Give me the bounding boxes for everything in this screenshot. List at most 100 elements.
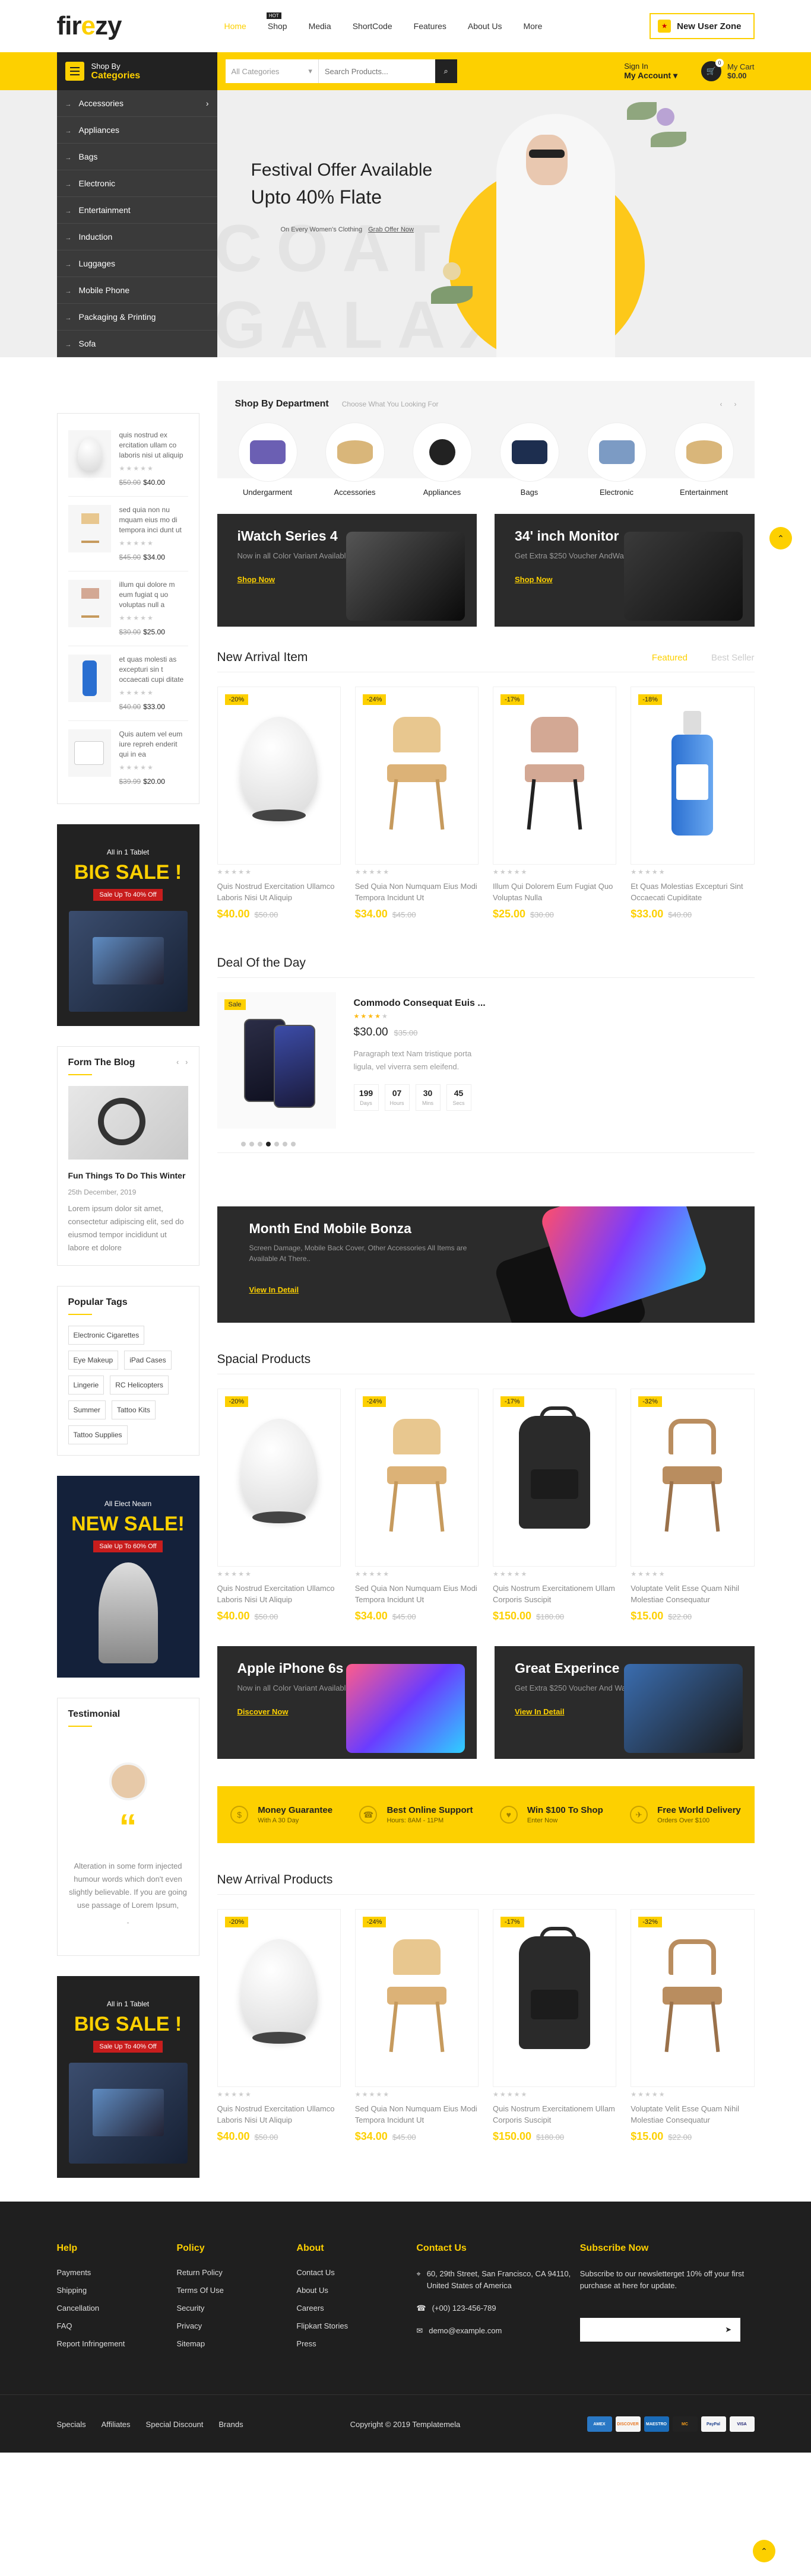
product-card[interactable]: -18% ★★★★★ Et Quas Molestias Excepturi Sin… (631, 687, 755, 920)
bonza-link[interactable]: View In Detail (249, 1285, 299, 1294)
footer-link[interactable]: Privacy (176, 2321, 296, 2330)
tag[interactable]: Summer (68, 1400, 106, 1419)
logo[interactable]: firezy (57, 11, 224, 41)
product-card[interactable]: -20% ★★★★★ Quis Nostrud Exercitation Ullam… (217, 687, 341, 920)
categories-toggle[interactable]: Shop By Categories (56, 52, 217, 90)
footer-link[interactable]: Security (176, 2304, 296, 2313)
scroll-up-button-bottom[interactable]: ⌃ (753, 2540, 775, 2562)
promo-banner[interactable]: 34' inch Monitor Get Extra $250 Voucher A… (495, 514, 755, 627)
product-name[interactable]: Quis Nostrum Exercitationem Ullam Corpor… (493, 1583, 616, 1605)
product-name[interactable]: Quis Nostrud Exercitation Ullamco Labori… (217, 881, 341, 903)
tag[interactable]: RC Helicopters (110, 1376, 169, 1395)
footer-link[interactable]: Terms Of Use (176, 2286, 296, 2295)
nav-shortcode[interactable]: ShortCode (353, 21, 392, 31)
category-select[interactable]: All Categories ▾ (226, 59, 319, 83)
new-user-zone-button[interactable]: ★ New User Zone (650, 13, 755, 39)
tag[interactable]: Electronic Cigarettes (68, 1326, 145, 1345)
product-image[interactable]: -32% (631, 1389, 755, 1567)
product-name[interactable]: Sed Quia Non Numquam Eius Modi Tempora I… (355, 2103, 479, 2126)
product-name[interactable]: Voluptate Velit Esse Quam Nihil Molestia… (631, 1583, 754, 1605)
product-image[interactable]: -24% (354, 1909, 479, 2087)
department-item[interactable]: Undergarment (235, 423, 300, 497)
footer-bottom-link[interactable]: Specials (57, 2420, 86, 2429)
product-card[interactable]: -24% ★★★★★ Sed Quia Non Numquam Eius Modi … (354, 687, 479, 920)
nav-about[interactable]: About Us (468, 21, 502, 31)
product-card[interactable]: -17% ★★★★★ Quis Nostrum Exercitationem Ull… (493, 1909, 617, 2143)
product-card[interactable]: -17% ★★★★★ Quis Nostrum Exercitationem Ull… (493, 1389, 617, 1622)
search-button[interactable]: ⌕ (435, 59, 457, 83)
product-image[interactable]: -20% (217, 687, 341, 865)
product-name[interactable]: Quis Nostrud Exercitation Ullamco Labori… (217, 2103, 341, 2126)
side-product[interactable]: sed quia non nu mquam eius mo di tempora… (68, 497, 188, 571)
footer-link[interactable]: Press (296, 2339, 416, 2348)
category-item[interactable]: Luggages (56, 250, 217, 277)
subscribe-email-input[interactable] (579, 2318, 717, 2342)
product-image[interactable]: -20% (217, 1389, 341, 1567)
footer-link[interactable]: Report Infringement (57, 2339, 177, 2348)
promo-banner[interactable]: Apple iPhone 6s Now in all Color Variant … (217, 1646, 477, 1759)
footer-bottom-link[interactable]: Affiliates (102, 2420, 131, 2429)
sidebar-banner-tablet[interactable]: All in 1 Tablet BIG SALE ! Sale Up To 40… (56, 824, 199, 1026)
footer-link[interactable]: Payments (57, 2268, 177, 2277)
department-item[interactable]: Electronic (584, 423, 650, 497)
tag[interactable]: Lingerie (68, 1376, 104, 1395)
product-name[interactable]: Sed Quia Non Numquam Eius Modi Tempora I… (355, 881, 479, 903)
product-name[interactable]: Voluptate Velit Esse Quam Nihil Molestia… (631, 2103, 754, 2126)
chevron-right-icon[interactable]: › (734, 400, 737, 408)
tag[interactable]: Eye Makeup (68, 1351, 119, 1370)
product-name[interactable]: Sed Quia Non Numquam Eius Modi Tempora I… (355, 1583, 479, 1605)
category-item[interactable]: Entertainment (56, 197, 217, 224)
blog-image[interactable] (68, 1086, 188, 1160)
footer-email[interactable]: demo@example.com (429, 2325, 502, 2337)
cart-button[interactable]: 🛒 0 My Cart $0.00 (701, 59, 755, 81)
category-item[interactable]: Appliances (56, 117, 217, 144)
account-menu[interactable]: Sign In My Account ▾ (624, 62, 677, 81)
product-card[interactable]: -24% ★★★★★ Sed Quia Non Numquam Eius Modi … (354, 1909, 479, 2143)
tab-featured[interactable]: Featured (652, 653, 688, 663)
blog-post-title[interactable]: Fun Things To Do This Winter (68, 1169, 188, 1182)
footer-link[interactable]: Cancellation (57, 2304, 177, 2313)
promo-banner[interactable]: iWatch Series 4 Now in all Color Variant … (217, 514, 477, 627)
footer-bottom-link[interactable]: Special Discount (146, 2420, 204, 2429)
nav-media[interactable]: Media (309, 21, 331, 31)
product-image[interactable]: -24% (354, 687, 479, 865)
side-product[interactable]: quis nostrud ex ercitation ullam co labo… (68, 422, 188, 497)
nav-features[interactable]: Features (414, 21, 446, 31)
tag[interactable]: Tattoo Supplies (68, 1425, 128, 1444)
footer-phone[interactable]: (+00) 123-456-789 (432, 2302, 496, 2314)
footer-link[interactable]: Return Policy (176, 2268, 296, 2277)
category-item[interactable]: Mobile Phone (56, 277, 217, 304)
footer-link[interactable]: Sitemap (176, 2339, 296, 2348)
footer-link[interactable]: About Us (296, 2286, 416, 2295)
nav-more[interactable]: More (523, 21, 542, 31)
department-item[interactable]: Entertainment (671, 423, 737, 497)
product-card[interactable]: -24% ★★★★★ Sed Quia Non Numquam Eius Modi … (354, 1389, 479, 1622)
product-image[interactable]: -32% (631, 1909, 755, 2087)
product-image[interactable]: -17% (493, 687, 617, 865)
product-name[interactable]: Illum Qui Dolorem Eum Fugiat Quo Volupta… (493, 881, 616, 903)
product-card[interactable]: -20% ★★★★★ Quis Nostrud Exercitation Ullam… (217, 1909, 341, 2143)
search-input[interactable] (318, 59, 435, 83)
promo-banner[interactable]: Great Experince Get Extra $250 Voucher An… (495, 1646, 755, 1759)
footer-link[interactable]: Flipkart Stories (296, 2321, 416, 2330)
side-product[interactable]: et quas molesti as excepturi sin t occae… (68, 646, 188, 721)
sidebar-banner-sale[interactable]: All Elect Nearn NEW SALE! Sale Up To 60%… (56, 1476, 199, 1678)
category-item[interactable]: Sofa (56, 331, 217, 357)
footer-link[interactable]: Shipping (57, 2286, 177, 2295)
deal-product-name[interactable]: Commodo Consequat Euis ... (354, 998, 486, 1009)
sidebar-banner-tablet-2[interactable]: All in 1 Tablet BIG SALE ! Sale Up To 40… (56, 1976, 199, 2178)
category-item[interactable]: Electronic (56, 170, 217, 197)
category-item[interactable]: Packaging & Printing (56, 304, 217, 331)
product-image[interactable]: -20% (217, 1909, 341, 2087)
product-card[interactable]: -32% ★★★★★ Voluptate Velit Esse Quam Nihil… (631, 1389, 755, 1622)
scroll-up-button[interactable]: ⌃ (769, 527, 792, 549)
footer-link[interactable]: Contact Us (296, 2268, 416, 2277)
deal-image[interactable]: Sale (217, 992, 336, 1146)
footer-link[interactable]: FAQ (57, 2321, 177, 2330)
product-card[interactable]: -20% ★★★★★ Quis Nostrud Exercitation Ullam… (217, 1389, 341, 1622)
category-item[interactable]: Induction (56, 224, 217, 250)
hero-link[interactable]: Grab Offer Now (368, 226, 414, 233)
chevron-left-icon[interactable]: ‹ (176, 1057, 179, 1066)
product-name[interactable]: Et Quas Molestias Excepturi Sint Occaeca… (631, 881, 754, 903)
send-icon[interactable]: ➤ (717, 2318, 740, 2342)
